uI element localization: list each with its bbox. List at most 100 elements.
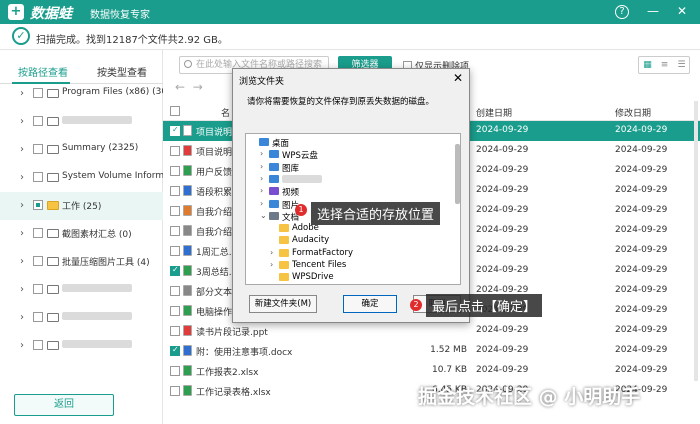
dialog-scrollbar[interactable] [455, 144, 460, 204]
table-row[interactable]: 附：使用注意事项.docx 1.52 MB 2024-09-29 2024-09-29 [163, 341, 700, 361]
new-folder-button[interactable]: 新建文件夹(M) [249, 295, 317, 313]
close-button[interactable]: ✕ [674, 3, 690, 19]
dialog-ok-button[interactable]: 确定 [343, 295, 397, 313]
sidebar-folder-item[interactable]: › 截图素材汇总 (0) [0, 220, 163, 248]
dialog-tree-item[interactable]: Audacity [246, 234, 456, 247]
table-row[interactable]: 读书片段记录.ppt 2024-09-29 2024-09-29 [163, 321, 700, 341]
folder-checkbox[interactable] [33, 228, 43, 238]
redacted-label [62, 283, 132, 292]
modified-column-header[interactable]: 修改日期 [615, 106, 651, 119]
list-view-icon[interactable]: ≡ [656, 57, 673, 73]
folder-checkbox[interactable] [33, 340, 43, 350]
modified-date: 2024-09-29 [615, 305, 668, 315]
help-icon[interactable]: ? [615, 5, 629, 19]
sidebar-folder-item[interactable]: › [0, 276, 163, 304]
app-subtitle: 数据恢复专家 [90, 10, 150, 21]
chevron-right-icon[interactable]: › [20, 116, 24, 127]
folder-icon [279, 261, 289, 269]
sidebar-folder-item[interactable]: › Program Files (x86) (3010 [0, 80, 163, 108]
row-checkbox[interactable] [170, 186, 180, 196]
created-date: 2024-09-29 [476, 345, 529, 355]
sidebar-folder-item[interactable]: › [0, 332, 163, 360]
modified-date: 2024-09-29 [615, 125, 668, 135]
folder-checkbox[interactable] [33, 116, 43, 126]
row-checkbox[interactable] [170, 166, 180, 176]
dialog-tree-item[interactable]: 桌面 [246, 136, 456, 149]
dialog-tree-item[interactable]: WPSDrive [246, 271, 456, 284]
tree-expand-icon[interactable]: › [270, 248, 273, 257]
chevron-right-icon[interactable]: › [20, 88, 24, 99]
row-checkbox[interactable] [170, 125, 180, 136]
chevron-right-icon[interactable]: › [20, 312, 24, 323]
detail-view-icon[interactable]: ☰ [673, 57, 690, 73]
tree-expand-icon[interactable]: › [260, 162, 263, 171]
folder-icon [47, 313, 59, 322]
row-checkbox[interactable] [170, 206, 180, 216]
row-checkbox[interactable] [170, 286, 180, 296]
row-checkbox[interactable] [170, 146, 180, 156]
dialog-tree-item[interactable]: › 视频 [246, 185, 456, 198]
grid-view-icon[interactable]: ▦ [639, 57, 656, 73]
chevron-right-icon[interactable]: › [20, 228, 24, 239]
modified-date: 2024-09-29 [615, 245, 668, 255]
dialog-tree-item[interactable]: › WPS云盘 [246, 148, 456, 161]
tab-by-path[interactable]: 按路径查看 [18, 64, 68, 79]
created-date: 2024-09-29 [476, 365, 529, 375]
chevron-right-icon[interactable]: › [20, 144, 24, 155]
sidebar-folder-item[interactable]: › 批量压缩图片工具 (4) [0, 248, 163, 276]
dialog-tree-item[interactable]: › [246, 173, 456, 186]
sidebar-folder-item[interactable]: › System Volume Informati [0, 164, 163, 192]
chevron-right-icon[interactable]: › [20, 256, 24, 267]
table-row[interactable]: 工作报表2.xlsx 10.7 KB 2024-09-29 2024-09-29 [163, 361, 700, 381]
folder-icon [269, 199, 279, 208]
back-arrow-icon[interactable]: ← [175, 80, 185, 94]
sidebar-folder-item[interactable]: › [0, 108, 163, 136]
chevron-right-icon[interactable]: › [20, 172, 24, 183]
folder-checkbox[interactable] [33, 144, 43, 154]
folder-checkbox[interactable] [33, 284, 43, 294]
folder-icon [269, 174, 279, 183]
folder-checkbox[interactable] [33, 200, 43, 210]
tab-by-type[interactable]: 按类型查看 [97, 64, 147, 79]
row-checkbox[interactable] [170, 246, 180, 256]
tree-expand-icon[interactable]: › [270, 260, 273, 269]
back-button[interactable]: 返回 [14, 394, 114, 416]
tree-expand-icon[interactable]: › [260, 199, 263, 208]
row-checkbox[interactable] [170, 366, 180, 376]
tree-expand-icon[interactable]: ⌄ [260, 211, 267, 220]
tree-expand-icon[interactable]: › [260, 174, 263, 183]
folder-icon [47, 257, 59, 266]
redacted-label [282, 174, 322, 183]
tree-expand-icon[interactable]: › [260, 186, 263, 195]
tree-expand-icon[interactable]: › [260, 149, 263, 158]
chevron-right-icon[interactable]: › [20, 340, 24, 351]
folder-checkbox[interactable] [33, 172, 43, 182]
sidebar-folder-item[interactable]: › [0, 304, 163, 332]
folder-checkbox[interactable] [33, 256, 43, 266]
chevron-right-icon[interactable]: › [20, 284, 24, 295]
chevron-right-icon[interactable]: › [20, 200, 24, 211]
row-checkbox[interactable] [170, 386, 180, 396]
row-checkbox[interactable] [170, 306, 180, 316]
row-checkbox[interactable] [170, 226, 180, 236]
sidebar-folder-item[interactable]: › 工作 (25) [0, 192, 163, 220]
row-checkbox[interactable] [170, 345, 180, 356]
row-checkbox[interactable] [170, 326, 180, 336]
dialog-tree-item[interactable]: › 图库 [246, 161, 456, 174]
name-column-header[interactable]: 名 [221, 106, 230, 119]
title-bar: + 数据蛙 数据恢复专家 ? — ✕ [0, 0, 700, 24]
dialog-tree-item[interactable]: › FormatFactory [246, 247, 456, 260]
folder-label: 批量压缩图片工具 (4) [62, 258, 150, 268]
created-column-header[interactable]: 创建日期 [476, 106, 512, 119]
folder-checkbox[interactable] [33, 88, 43, 98]
sidebar-folder-item[interactable]: › Summary (2325) [0, 136, 163, 164]
minimize-button[interactable]: — [645, 3, 661, 19]
dialog-close-icon[interactable]: ✕ [453, 71, 463, 85]
table-scrollbar[interactable] [694, 101, 698, 381]
folder-checkbox[interactable] [33, 312, 43, 322]
row-checkbox[interactable] [170, 265, 180, 276]
forward-arrow-icon[interactable]: → [193, 80, 203, 94]
dialog-tree-item[interactable]: › Tencent Files [246, 259, 456, 272]
select-all-checkbox[interactable] [170, 106, 180, 116]
watermark: 掘金技术社区 @ 小明助手 [418, 386, 641, 408]
